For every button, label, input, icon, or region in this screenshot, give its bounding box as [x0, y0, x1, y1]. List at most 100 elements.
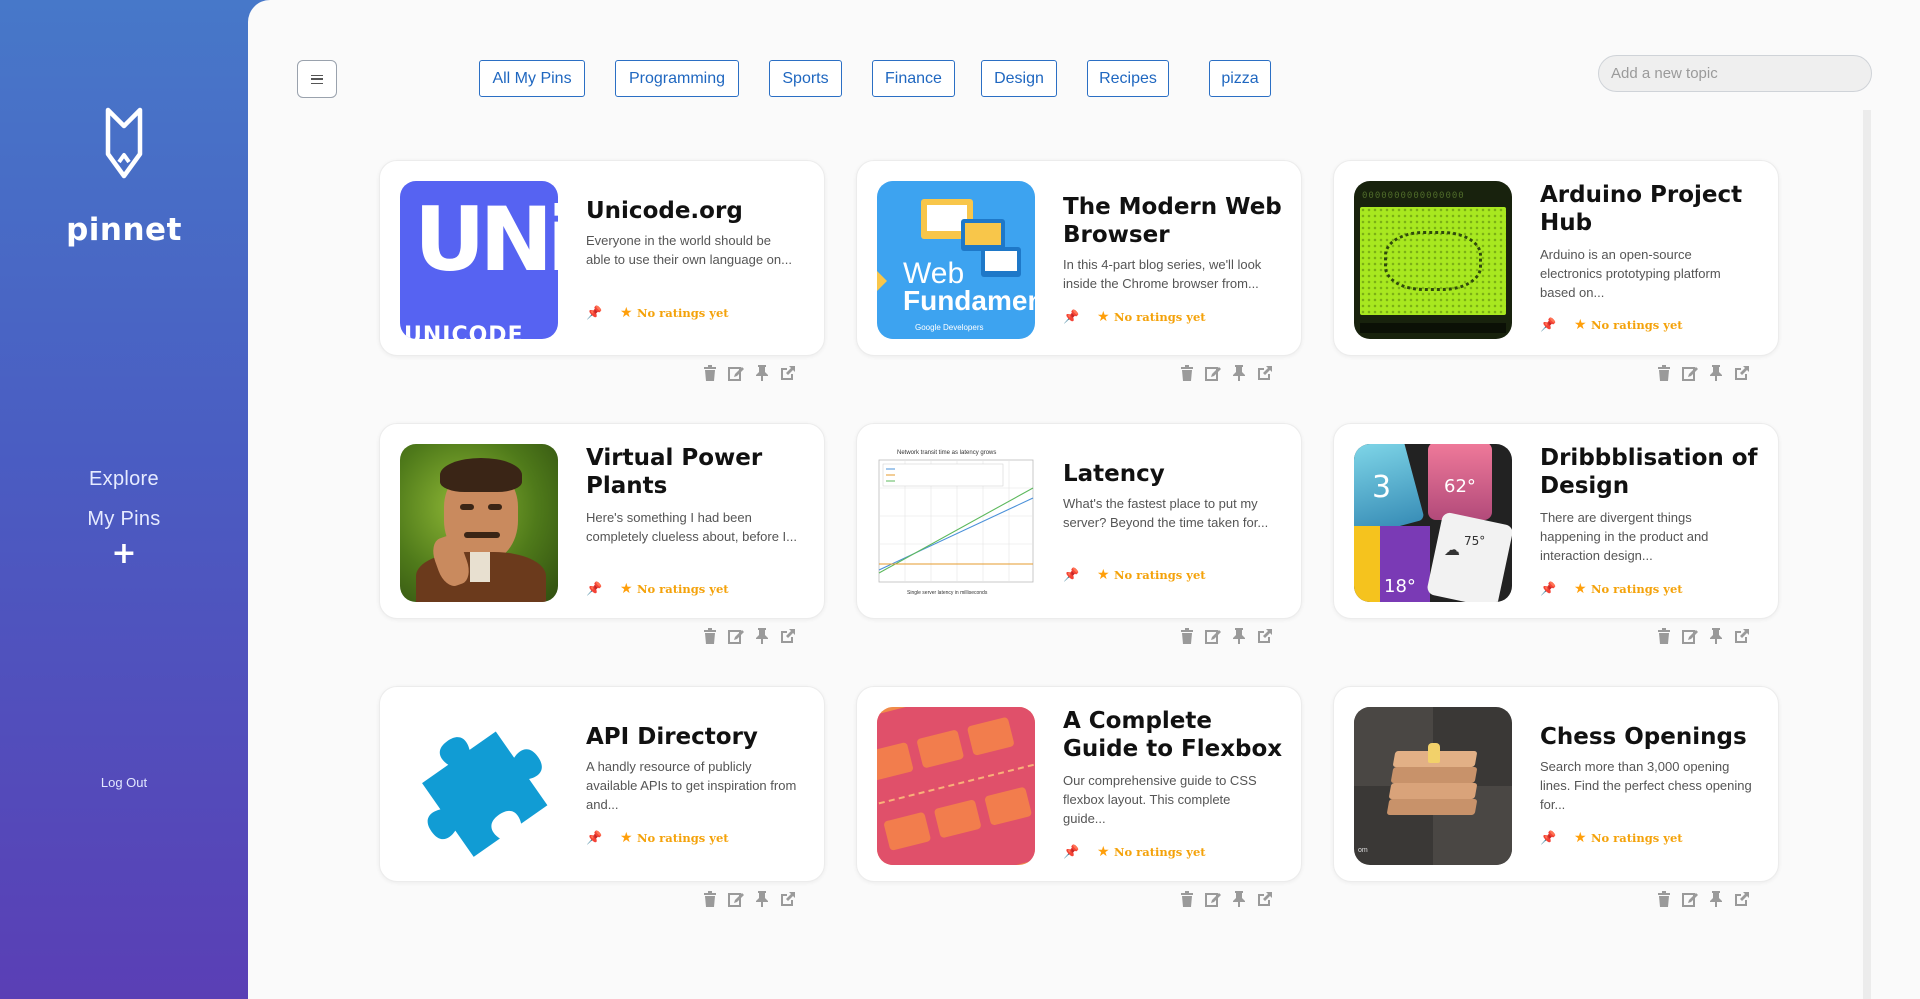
- pin-icon[interactable]: [753, 627, 771, 645]
- topic-recipes[interactable]: Recipes: [1087, 60, 1169, 97]
- topic-all-my-pins[interactable]: All My Pins: [479, 60, 585, 97]
- pin-icon[interactable]: [1230, 627, 1248, 645]
- star-icon: ★: [1097, 309, 1110, 325]
- card-thumbnail: [400, 444, 558, 602]
- card-title[interactable]: The Modern Web Browser: [1063, 193, 1283, 249]
- rating-text: No ratings yet: [1114, 568, 1206, 582]
- thumb-text: 3: [1372, 470, 1392, 505]
- trash-icon[interactable]: [1655, 364, 1673, 382]
- external-link-icon[interactable]: [1733, 364, 1751, 382]
- pin-shield-logo-icon: [105, 107, 143, 179]
- pin-card[interactable]: Virtual Power Plants Here's something I …: [379, 423, 825, 619]
- card-title[interactable]: Unicode.org: [586, 197, 806, 225]
- edit-icon[interactable]: [1204, 627, 1222, 645]
- card-title[interactable]: API Directory: [586, 723, 806, 751]
- card-thumbnail: 3 62° 18° 75° ☁: [1354, 444, 1512, 602]
- card-thumbnail: 0000000000000000: [1354, 181, 1512, 339]
- scrollbar[interactable]: [1863, 110, 1871, 999]
- pin-card[interactable]: UNi UNICODE Unicode.org Everyone in the …: [379, 160, 825, 356]
- pin-card[interactable]: 3 62° 18° 75° ☁ Dribbblisation of Design…: [1333, 423, 1779, 619]
- nav-explore[interactable]: Explore: [0, 468, 248, 491]
- rating-text: No ratings yet: [637, 306, 729, 320]
- external-link-icon[interactable]: [1256, 364, 1274, 382]
- trash-icon[interactable]: [1655, 627, 1673, 645]
- thumb-text: 0000000000000000: [1362, 191, 1465, 201]
- edit-icon[interactable]: [1204, 364, 1222, 382]
- thumb-text: om: [1358, 847, 1368, 854]
- star-icon: ★: [1574, 830, 1587, 846]
- pin-icon[interactable]: [1230, 890, 1248, 908]
- topic-finance[interactable]: Finance: [872, 60, 955, 97]
- external-link-icon[interactable]: [779, 364, 797, 382]
- cloud-icon: ☁: [1444, 540, 1460, 559]
- trash-icon[interactable]: [1178, 890, 1196, 908]
- topic-programming[interactable]: Programming: [615, 60, 739, 97]
- thumb-text: Single server latency in milliseconds: [907, 590, 988, 596]
- edit-icon[interactable]: [727, 890, 745, 908]
- card-thumbnail: Web Fundamenta Google Developers: [877, 181, 1035, 339]
- topic-pizza[interactable]: pizza: [1209, 60, 1271, 97]
- trash-icon[interactable]: [1178, 627, 1196, 645]
- logo[interactable]: [0, 106, 248, 180]
- unicode-logo-text: UNi: [414, 188, 558, 291]
- card-thumbnail: Network transit time as latency grows Si…: [877, 444, 1035, 602]
- puzzle-piece-icon: [422, 731, 548, 857]
- card-title[interactable]: Latency: [1063, 460, 1283, 488]
- card-thumbnail: om: [1354, 707, 1512, 865]
- main-content: All My Pins Programming Sports Finance D…: [248, 0, 1920, 999]
- card-description: What's the fastest place to put my serve…: [1063, 496, 1269, 530]
- pin-card[interactable]: A Complete Guide to Flexbox Our comprehe…: [856, 686, 1302, 882]
- external-link-icon[interactable]: [779, 627, 797, 645]
- pin-icon[interactable]: [1707, 627, 1725, 645]
- pin-icon: 📌: [1063, 310, 1080, 325]
- pin-icon[interactable]: [1707, 364, 1725, 382]
- pin-icon[interactable]: [753, 364, 771, 382]
- card-title[interactable]: A Complete Guide to Flexbox: [1063, 707, 1283, 763]
- card-title[interactable]: Chess Openings: [1540, 723, 1760, 751]
- pin-card[interactable]: Network transit time as latency grows Si…: [856, 423, 1302, 619]
- edit-icon[interactable]: [727, 364, 745, 382]
- pin-icon: 📌: [1063, 568, 1080, 583]
- external-link-icon[interactable]: [1256, 627, 1274, 645]
- pin-icon: 📌: [1540, 318, 1557, 333]
- external-link-icon[interactable]: [1733, 627, 1751, 645]
- star-icon: ★: [620, 305, 633, 321]
- trash-icon[interactable]: [701, 364, 719, 382]
- pin-icon[interactable]: [753, 890, 771, 908]
- pin-icon[interactable]: [1707, 890, 1725, 908]
- pin-card[interactable]: Web Fundamenta Google Developers The Mod…: [856, 160, 1302, 356]
- topic-sports[interactable]: Sports: [769, 60, 842, 97]
- trash-icon[interactable]: [701, 627, 719, 645]
- add-topic-input[interactable]: [1598, 55, 1872, 92]
- pin-card[interactable]: om Chess Openings Search more than 3,000…: [1333, 686, 1779, 882]
- edit-icon[interactable]: [1681, 890, 1699, 908]
- topic-design[interactable]: Design: [981, 60, 1057, 97]
- pin-icon: 📌: [1540, 831, 1557, 846]
- edit-icon[interactable]: [1204, 890, 1222, 908]
- card-title[interactable]: Virtual Power Plants: [586, 444, 806, 500]
- card-description: Our comprehensive guide to CSS flexbox l…: [1063, 773, 1257, 826]
- card-thumbnail: UNi UNICODE: [400, 181, 558, 339]
- external-link-icon[interactable]: [1733, 890, 1751, 908]
- trash-icon[interactable]: [1178, 364, 1196, 382]
- star-icon: ★: [620, 581, 633, 597]
- sidebar-nav: Explore My Pins +: [0, 468, 248, 569]
- thumb-text: Google Developers: [915, 323, 984, 332]
- external-link-icon[interactable]: [1256, 890, 1274, 908]
- external-link-icon[interactable]: [779, 890, 797, 908]
- logout-link[interactable]: Log Out: [0, 775, 248, 790]
- trash-icon[interactable]: [701, 890, 719, 908]
- edit-icon[interactable]: [1681, 364, 1699, 382]
- pin-icon[interactable]: [1230, 364, 1248, 382]
- trash-icon[interactable]: [1655, 890, 1673, 908]
- card-title[interactable]: Dribbblisation of Design: [1540, 444, 1760, 500]
- pin-icon: 📌: [1063, 845, 1080, 860]
- star-icon: ★: [1097, 567, 1110, 583]
- pin-card[interactable]: 0000000000000000 Arduino Project Hub Ard…: [1333, 160, 1779, 356]
- add-pin-button[interactable]: +: [0, 539, 248, 569]
- edit-icon[interactable]: [1681, 627, 1699, 645]
- edit-icon[interactable]: [727, 627, 745, 645]
- nav-my-pins[interactable]: My Pins: [0, 508, 248, 531]
- pin-card[interactable]: API Directory A handly resource of publi…: [379, 686, 825, 882]
- card-title[interactable]: Arduino Project Hub: [1540, 181, 1760, 237]
